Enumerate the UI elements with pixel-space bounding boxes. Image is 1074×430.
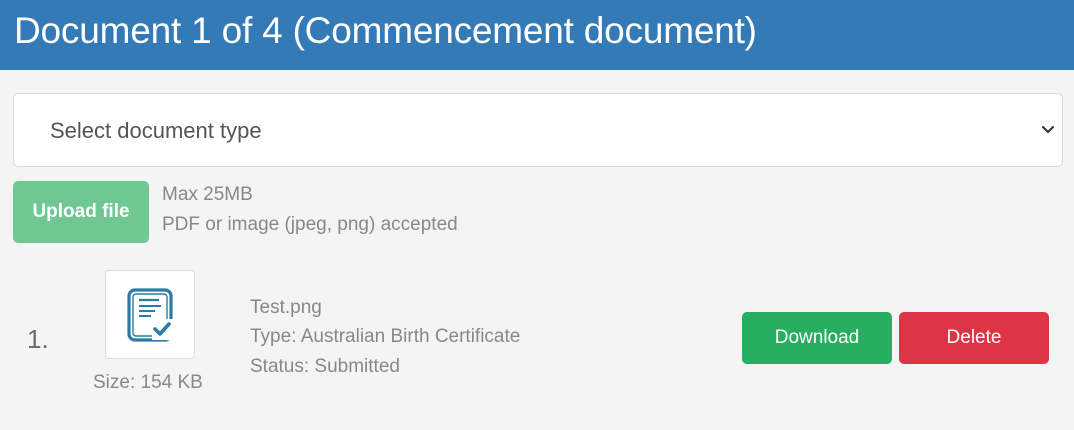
download-button[interactable]: Download bbox=[742, 312, 892, 364]
delete-button[interactable]: Delete bbox=[899, 312, 1049, 364]
upload-formats-hint: PDF or image (jpeg, png) accepted bbox=[162, 214, 458, 235]
upload-max-size-hint: Max 25MB bbox=[162, 184, 253, 205]
file-size: Size: 154 KB bbox=[93, 372, 203, 393]
page-title: Document 1 of 4 (Commencement document) bbox=[14, 10, 757, 51]
chevron-down-icon bbox=[1042, 126, 1054, 133]
file-index: 1. bbox=[27, 324, 49, 354]
certificate-document-icon bbox=[127, 288, 174, 342]
document-type-select-value: Select document type bbox=[50, 118, 262, 143]
file-status: Status: Submitted bbox=[250, 356, 400, 377]
page-header: Document 1 of 4 (Commencement document) bbox=[0, 0, 1074, 70]
upload-file-button[interactable]: Upload file bbox=[13, 181, 149, 243]
file-thumbnail[interactable] bbox=[105, 270, 195, 359]
file-name: Test.png bbox=[250, 297, 322, 318]
document-type-select[interactable]: Select document type bbox=[13, 93, 1063, 167]
file-type: Type: Australian Birth Certificate bbox=[250, 326, 521, 347]
